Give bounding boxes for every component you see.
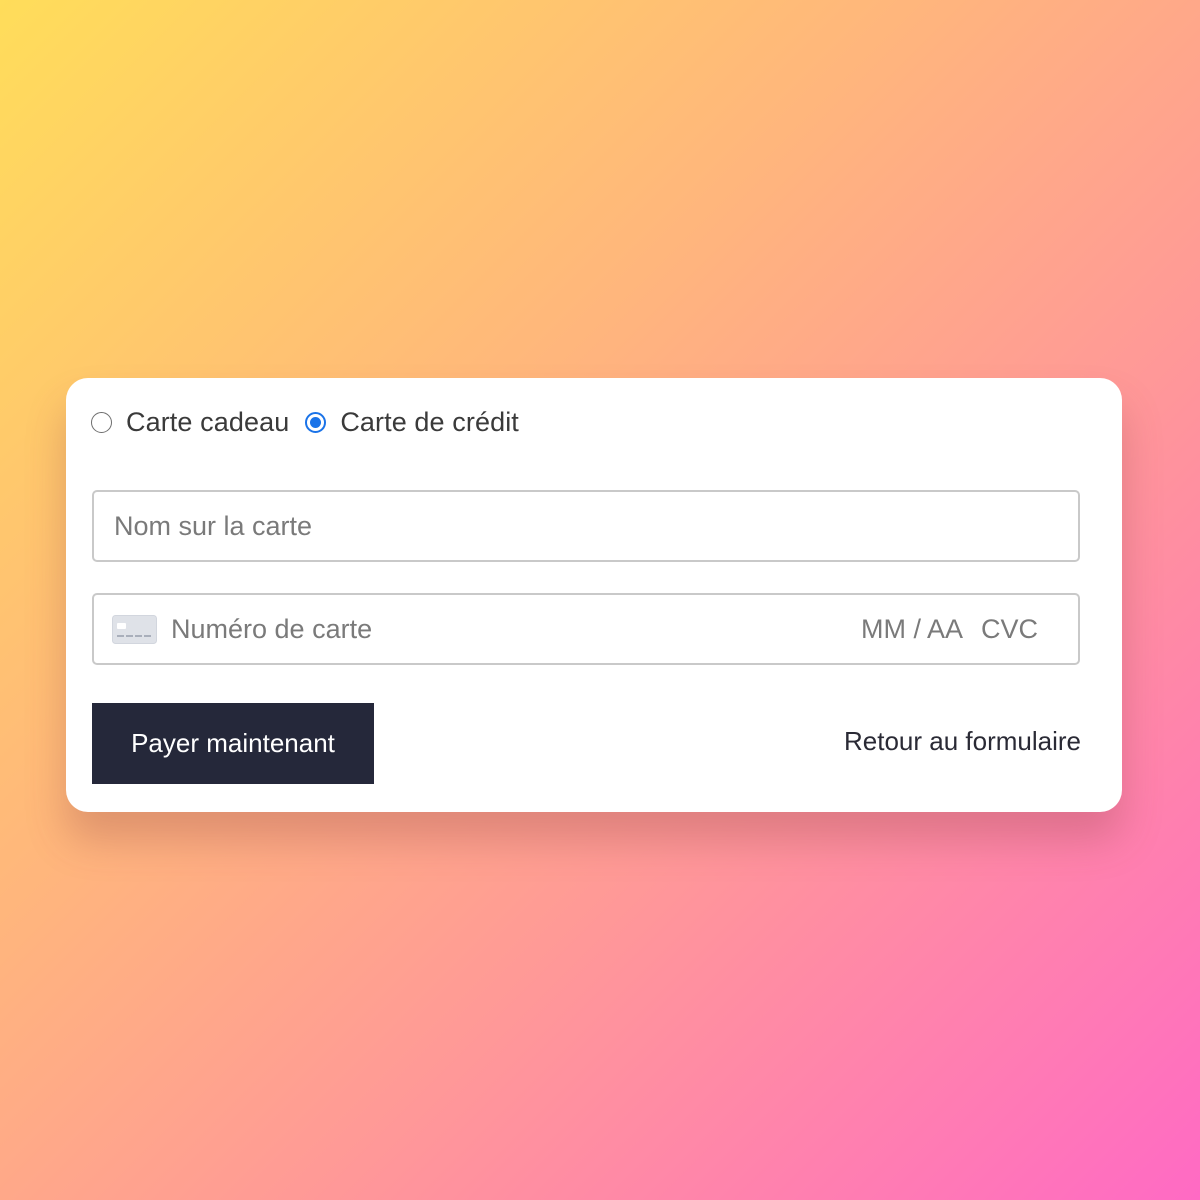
credit-card-icon <box>112 614 157 644</box>
payment-method-group: Carte cadeau Carte de crédit <box>91 402 535 442</box>
pay-now-button[interactable]: Payer maintenant <box>92 703 374 784</box>
card-cvc-input[interactable]: CVC <box>981 614 1038 645</box>
payment-card: Carte cadeau Carte de crédit Numéro de c… <box>66 378 1122 812</box>
radio-credit-card[interactable] <box>305 411 327 433</box>
card-number-input[interactable]: Numéro de carte <box>171 614 861 645</box>
name-on-card-field[interactable] <box>92 490 1080 562</box>
back-to-form-link[interactable]: Retour au formulaire <box>844 726 1081 757</box>
radio-option-credit-card[interactable]: Carte de crédit <box>305 407 519 438</box>
radio-label-credit-card: Carte de crédit <box>340 406 519 437</box>
name-on-card-input[interactable] <box>94 492 1078 560</box>
radio-option-gift-card[interactable]: Carte cadeau <box>91 407 289 438</box>
radio-gift-card[interactable] <box>91 411 112 433</box>
card-details-field[interactable]: Numéro de carte MM / AA CVC <box>92 593 1080 665</box>
radio-label-gift-card: Carte cadeau <box>126 406 290 437</box>
card-expiry-input[interactable]: MM / AA <box>861 614 963 645</box>
